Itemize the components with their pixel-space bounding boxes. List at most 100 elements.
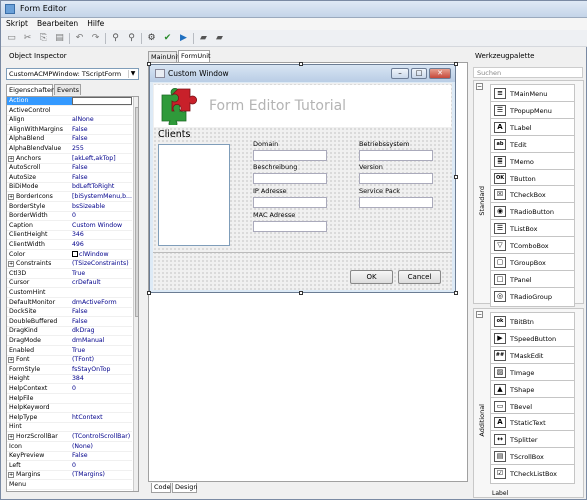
property-row[interactable]: ClientHeight 346 [7,231,132,241]
menu-bearbeiten[interactable]: Bearbeiten [32,18,82,28]
property-row[interactable]: Action [7,97,132,106]
close-button[interactable]: ✕ [429,68,451,79]
property-value[interactable]: (TSizeConstraints) [72,260,132,268]
property-grid-scrollbar[interactable] [133,97,138,491]
check-icon[interactable]: ✔ [162,33,173,44]
property-value[interactable]: dmActiveForm [72,299,132,307]
cancel-button[interactable]: Cancel [398,270,441,284]
property-value[interactable]: False [72,452,132,460]
property-value[interactable]: 0 [72,385,132,393]
minimize-button[interactable]: – [391,68,409,79]
resize-handle-ne[interactable] [454,62,458,66]
undo-icon[interactable]: ↶ [74,33,85,44]
property-row[interactable]: HelpFile [7,395,132,404]
property-row[interactable]: AutoSize False [7,174,132,183]
property-row[interactable]: DefaultMonitor dmActiveForm [7,299,132,308]
palette-item-tradiogroup[interactable]: ◎ TRadioGroup [490,286,580,308]
property-value[interactable]: crDefault [72,279,132,287]
property-value[interactable]: fsStayOnTop [72,366,132,374]
tab-design[interactable]: Design [172,483,197,493]
property-value[interactable]: 0 [72,462,132,470]
property-row[interactable]: DoubleBuffered False [7,318,132,327]
property-row[interactable]: CustomHint [7,289,132,298]
property-row[interactable]: Cursor crDefault [7,279,132,289]
resize-handle-n[interactable] [299,62,303,66]
property-row[interactable]: Hint [7,423,132,433]
resize-handle-nw[interactable] [147,62,151,66]
replace-icon[interactable]: ⚲ [126,33,137,44]
property-row[interactable]: FormStyle fsStayOnTop [7,366,132,375]
property-row[interactable]: AlignWithMargins False [7,126,132,135]
chevron-down-icon[interactable]: ▼ [128,70,137,78]
property-value[interactable] [72,97,132,105]
property-row[interactable]: Height 384 [7,375,132,385]
property-value[interactable]: (None) [72,443,132,451]
property-row[interactable]: Icon (None) [7,443,132,452]
resize-handle-sw[interactable] [147,291,151,295]
property-value[interactable]: False [72,308,132,316]
property-row[interactable]: ClientWidth 496 [7,241,132,250]
component-selector[interactable]: CustomACMPWindow: TScriptForm ▼ [6,68,139,80]
tab-code[interactable]: Code [151,483,171,493]
property-value[interactable]: False [72,126,132,134]
header-panel[interactable]: Form Editor Tutorial [154,85,451,127]
property-row[interactable]: AlphaBlend False [7,135,132,145]
property-value[interactable]: Custom Window [72,222,132,230]
open-icon[interactable]: ▰ [198,33,209,44]
menu-hilfe[interactable]: Hilfe [82,18,108,28]
find-icon[interactable]: ⚲ [110,33,121,44]
property-row[interactable]: + Font (TFont) [7,356,132,366]
palette-item-tchecklistbox[interactable]: ☑ TCheckListBox [490,464,580,485]
property-row[interactable]: BorderStyle bsSizeable [7,203,132,212]
mac-adresse-field[interactable] [253,221,327,232]
betriebssystem-field[interactable] [359,150,433,161]
property-value[interactable]: (TControlScrollBar) [72,433,132,441]
expand-icon[interactable]: + [8,472,14,479]
property-row[interactable]: AutoScroll False [7,164,132,174]
ip-adresse-field[interactable] [253,197,327,208]
custom-window-form[interactable]: Custom Window – □ ✕ Form Editor Tutorial… [149,64,456,293]
property-value[interactable]: dmManual [72,337,132,345]
property-row[interactable]: KeyPreview False [7,452,132,462]
property-row[interactable]: BorderWidth 0 [7,212,132,222]
property-value[interactable]: False [72,174,132,182]
resize-handle-e[interactable] [454,175,458,179]
property-value[interactable]: alNone [72,116,132,124]
property-row[interactable]: BiDiMode bdLeftToRight [7,183,132,193]
version-field[interactable] [359,173,433,184]
scrollbar-thumb[interactable] [135,107,138,317]
property-value[interactable]: 496 [72,241,132,249]
cut-icon[interactable]: ✂ [22,33,33,44]
property-value[interactable]: clWindow [72,250,132,259]
clients-listbox[interactable] [158,144,230,246]
save-icon[interactable]: ▰ [214,33,225,44]
property-row[interactable]: DragKind dkDrag [7,327,132,337]
property-value[interactable]: 346 [72,231,132,239]
compile-icon[interactable]: ⚙ [146,33,157,44]
palette-search-input[interactable]: Suchen [473,67,583,78]
run-icon[interactable]: ▶ [178,33,189,44]
property-value[interactable]: dkDrag [72,327,132,335]
property-row[interactable]: AlphaBlendValue 255 [7,145,132,154]
property-row[interactable]: Color clWindow [7,250,132,260]
tab-events[interactable]: Events [54,84,81,95]
resize-handle-se[interactable] [454,291,458,295]
new-icon[interactable]: ▭ [6,33,17,44]
tab-eigenschaften[interactable]: Eigenschaften [6,84,55,96]
redo-icon[interactable]: ↷ [90,33,101,44]
property-row[interactable]: ActiveControl [7,107,132,116]
menu-skript[interactable]: Skript [1,18,32,28]
property-row[interactable]: + HorzScrollBar (TControlScrollBar) [7,433,132,442]
property-value[interactable]: False [72,135,132,143]
property-value[interactable]: False [72,164,132,172]
property-row[interactable]: Left 0 [7,462,132,471]
property-value[interactable]: True [72,347,132,355]
property-value[interactable]: 255 [72,145,132,153]
beschreibung-field[interactable] [253,173,327,184]
property-value[interactable]: [biSystemMenu,b... [72,193,132,201]
expand-icon[interactable]: + [8,434,14,440]
property-value[interactable]: False [72,318,132,326]
property-value[interactable]: htContext [72,414,132,422]
property-row[interactable]: Caption Custom Window [7,222,132,231]
paste-icon[interactable]: ▤ [54,33,65,44]
